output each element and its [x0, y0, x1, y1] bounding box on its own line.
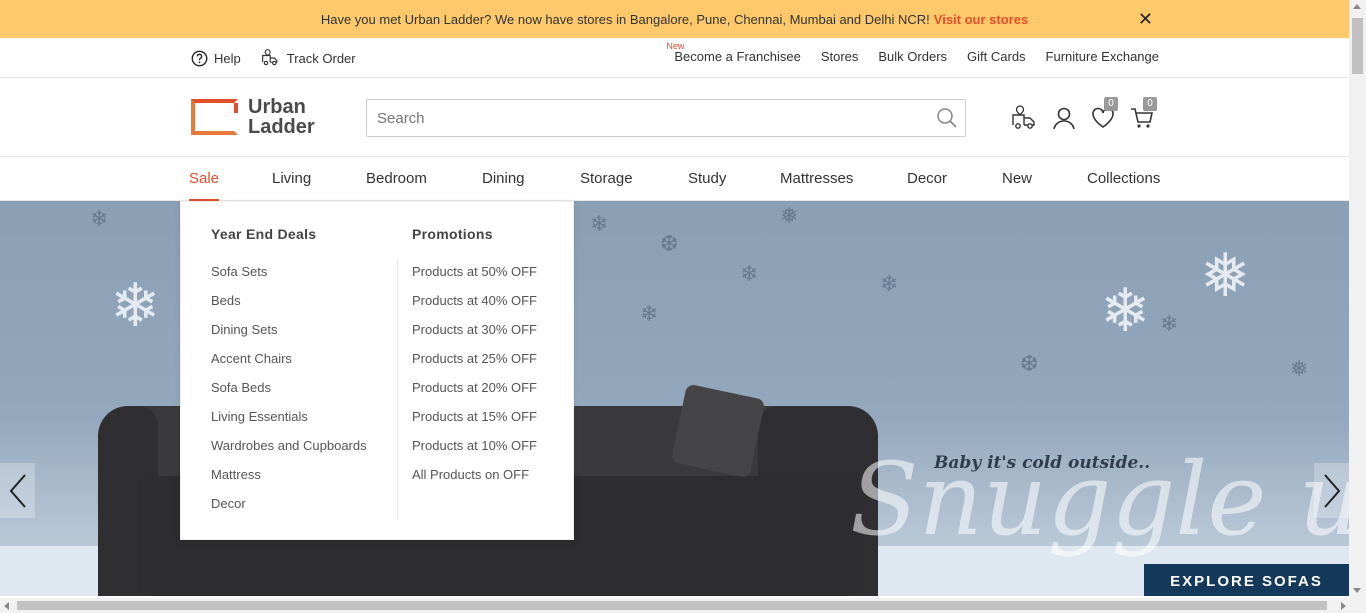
scroll-right-icon[interactable] [1341, 602, 1346, 610]
search-input[interactable] [367, 100, 907, 136]
visit-stores-link[interactable]: Visit our stores [934, 12, 1028, 27]
search-box [366, 99, 966, 137]
column-divider [397, 260, 398, 520]
cart-count-badge: 0 [1143, 97, 1157, 111]
track-order-link[interactable]: Track Order [261, 48, 356, 68]
carousel-next-button[interactable] [1314, 463, 1349, 518]
utility-bar: Help Track Order New Become a Franchisee… [0, 38, 1349, 78]
snowflake-icon: ❄ [90, 206, 109, 231]
menu-item[interactable]: Mattress [211, 467, 367, 496]
scroll-up-icon[interactable] [1353, 4, 1361, 9]
menu-item[interactable]: Products at 15% OFF [412, 409, 537, 438]
account-button[interactable] [1051, 105, 1077, 131]
user-icon [1053, 107, 1075, 130]
snowflake-icon: ❅ [780, 203, 799, 228]
nav-item-new[interactable]: New [1002, 170, 1032, 187]
scroll-left-icon[interactable] [4, 602, 9, 610]
snowflake-ornament-icon: ❄ [1100, 277, 1151, 344]
menu-item[interactable]: Products at 20% OFF [412, 380, 537, 409]
horizontal-scrollbar[interactable] [0, 598, 1366, 613]
menu-item[interactable]: Accent Chairs [211, 351, 367, 380]
menu-item[interactable]: Beds [211, 293, 367, 322]
nav-item-mattresses[interactable]: Mattresses [780, 170, 853, 187]
new-badge: New [666, 41, 685, 51]
snowflake-icon: ❄ [1160, 311, 1179, 336]
snowflake-icon: ❄ [590, 211, 609, 236]
page: Have you met Urban Ladder? We now have s… [0, 0, 1366, 613]
snowflake-icon: ❄ [880, 271, 899, 296]
help-label: Help [214, 50, 241, 66]
furniture-exchange-link[interactable]: Furniture Exchange [1046, 49, 1159, 64]
chevron-left-icon [9, 473, 26, 508]
logo-line1: Urban [248, 96, 306, 118]
nav-item-dining[interactable]: Dining [482, 170, 525, 187]
nav-item-collections[interactable]: Collections [1087, 170, 1160, 187]
vertical-scroll-thumb[interactable] [1352, 18, 1363, 74]
menu-item[interactable]: Dining Sets [211, 322, 367, 351]
menu-item[interactable]: Wardrobes and Cupboards [211, 438, 367, 467]
search-icon[interactable] [935, 106, 959, 130]
logo-mark-icon [191, 99, 238, 135]
year-end-deals-column: Year End Deals Sofa Sets Beds Dining Set… [211, 226, 367, 525]
wishlist-count-badge: 0 [1104, 97, 1118, 111]
stores-link[interactable]: Stores [821, 49, 859, 64]
announcement-text: Have you met Urban Ladder? We now have s… [320, 11, 930, 27]
chevron-right-icon [1323, 473, 1340, 508]
menu-item[interactable]: Sofa Beds [211, 380, 367, 409]
scroll-down-icon[interactable] [1353, 588, 1361, 593]
franchisee-label: Become a Franchisee [674, 49, 801, 64]
help-icon [191, 50, 208, 66]
delivery-van-icon [1012, 105, 1035, 129]
sale-dropdown-menu: Year End Deals Sofa Sets Beds Dining Set… [180, 201, 574, 540]
main-header: Urban Ladder 0 0 [0, 79, 1349, 157]
menu-item[interactable]: Living Essentials [211, 409, 367, 438]
nav-item-living[interactable]: Living [272, 170, 311, 187]
menu-item[interactable]: Products at 40% OFF [412, 293, 537, 322]
bulk-orders-link[interactable]: Bulk Orders [878, 49, 947, 64]
snowflake-icon: ❄ [740, 261, 759, 286]
nav-item-sale[interactable]: Sale [189, 170, 220, 201]
menu-item[interactable]: Products at 10% OFF [412, 438, 537, 467]
logo[interactable]: Urban Ladder [191, 97, 315, 137]
nav-item-study[interactable]: Study [688, 170, 726, 187]
menu-item[interactable]: Products at 25% OFF [412, 351, 537, 380]
gift-cards-link[interactable]: Gift Cards [967, 49, 1026, 64]
promotions-column: Promotions Products at 50% OFF Products … [412, 226, 537, 496]
category-nav: Sale Living Bedroom Dining Storage Study… [0, 158, 1349, 201]
store-locator-button[interactable] [1012, 105, 1038, 131]
vertical-scrollbar[interactable] [1349, 0, 1366, 598]
snowflake-icon: ❄ [640, 301, 659, 326]
nav-item-bedroom[interactable]: Bedroom [366, 170, 427, 187]
promotions-heading[interactable]: Promotions [412, 226, 537, 242]
close-icon[interactable]: ✕ [1138, 9, 1153, 30]
menu-item[interactable]: Products at 30% OFF [412, 322, 537, 351]
year-end-deals-heading[interactable]: Year End Deals [211, 226, 367, 242]
snowflake-ornament-icon: ❄ [110, 272, 161, 339]
wishlist-button[interactable]: 0 [1090, 97, 1118, 131]
cart-button[interactable]: 0 [1129, 97, 1157, 131]
nav-item-decor[interactable]: Decor [907, 170, 947, 187]
menu-item[interactable]: All Products on OFF [412, 467, 537, 496]
delivery-truck-icon [261, 49, 278, 66]
logo-text: Urban Ladder [248, 97, 315, 137]
help-link[interactable]: Help [191, 50, 241, 67]
menu-item[interactable]: Sofa Sets [211, 264, 367, 293]
hero-tagline: Baby it's cold outside.. [934, 453, 1151, 473]
snowflake-icon: ❆ [1020, 351, 1039, 376]
track-order-label: Track Order [286, 50, 356, 66]
header-icons: 0 0 [1012, 97, 1168, 131]
announcement-bar: Have you met Urban Ladder? We now have s… [0, 0, 1349, 38]
snowflake-icon: ❆ [660, 231, 679, 256]
become-franchisee-link[interactable]: New Become a Franchisee [666, 41, 801, 64]
nav-item-storage[interactable]: Storage [580, 170, 633, 187]
snowflake-icon: ❅ [1290, 356, 1309, 381]
explore-sofas-button[interactable]: EXPLORE SOFAS [1144, 564, 1349, 596]
menu-item[interactable]: Products at 50% OFF [412, 264, 537, 293]
carousel-prev-button[interactable] [0, 463, 35, 518]
horizontal-scroll-thumb[interactable] [17, 601, 1327, 610]
menu-item[interactable]: Decor [211, 496, 367, 525]
logo-line2: Ladder [248, 116, 315, 138]
snowflake-ornament-icon: ❅ [1200, 242, 1251, 309]
